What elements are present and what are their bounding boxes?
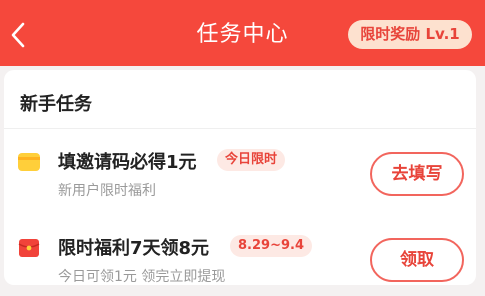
task-card: 新手任务 填邀请码必得1元 今日限时 新用户限时福利 去填写 限时福利7天领8元… <box>4 70 476 285</box>
claim-button[interactable]: 领取 <box>370 238 464 282</box>
level-badge[interactable]: 限时奖励 Lv.1 <box>348 20 472 49</box>
fill-in-button[interactable]: 去填写 <box>370 152 464 196</box>
task-name: 限时福利7天领8元 <box>58 238 210 259</box>
task-name: 填邀请码必得1元 <box>58 152 197 173</box>
task-tag: 8.29~9.4 <box>230 235 312 257</box>
task-item-7-day-bonus: 限时福利7天领8元 8.29~9.4 今日可领1元 领完立即提现 领取 <box>4 226 476 296</box>
red-envelope-icon <box>18 239 40 257</box>
task-item-invite-code: 填邀请码必得1元 今日限时 新用户限时福利 去填写 <box>4 140 476 210</box>
coupon-icon <box>18 153 40 171</box>
task-tag: 今日限时 <box>217 149 286 171</box>
task-subtitle: 今日可领1元 领完立即提现 <box>58 269 226 285</box>
task-subtitle: 新用户限时福利 <box>58 183 156 199</box>
divider <box>4 128 476 129</box>
top-bar: 任务中心 限时奖励 Lv.1 <box>0 0 485 66</box>
section-title: 新手任务 <box>20 94 92 115</box>
